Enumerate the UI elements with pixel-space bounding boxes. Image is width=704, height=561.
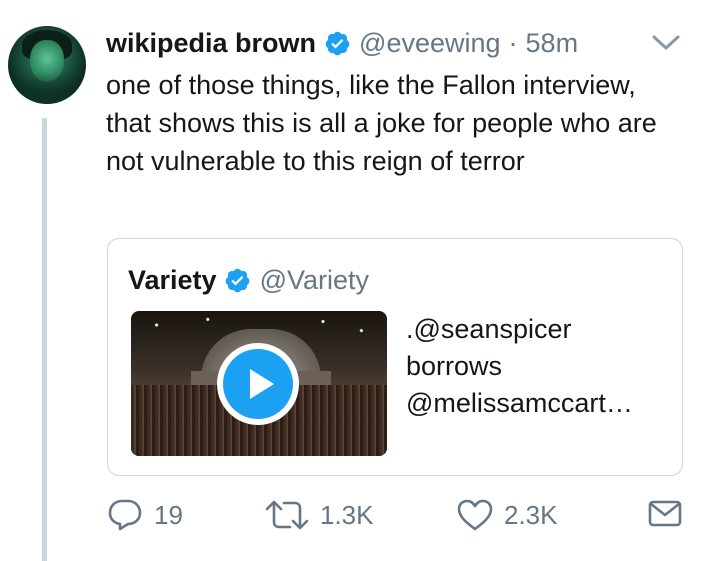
tweet-actions: 19 1.3K 2.3K <box>106 498 686 538</box>
quoted-tweet-header: Variety @Variety <box>128 265 369 296</box>
quoted-author-handle: @Variety <box>259 265 370 295</box>
author-avatar[interactable] <box>8 26 86 104</box>
reply-icon <box>108 499 142 531</box>
play-icon <box>250 369 274 399</box>
video-thumbnail[interactable] <box>131 311 387 456</box>
quoted-tweet-text: .@seanspicer borrows @melissamccart… <box>406 314 633 418</box>
reply-count: 19 <box>154 499 183 530</box>
envelope-icon <box>648 500 682 527</box>
verified-badge-icon <box>325 31 350 56</box>
verified-badge-icon <box>225 268 249 293</box>
play-button[interactable] <box>217 343 299 425</box>
quoted-author-name: Variety <box>128 265 217 295</box>
like-button[interactable]: 2.3K <box>456 498 558 532</box>
retweet-count: 1.3K <box>320 499 374 530</box>
separator-dot: · <box>508 28 518 58</box>
heart-icon <box>457 499 493 531</box>
quoted-tweet-card[interactable]: Variety @Variety .@seanspicer borrows @m… <box>107 238 683 476</box>
tweet-text: one of those things, like the Fallon int… <box>106 70 657 176</box>
author-handle[interactable]: @eveewing <box>359 28 501 59</box>
reply-button[interactable]: 19 <box>106 498 183 532</box>
retweet-icon <box>265 500 309 530</box>
direct-message-button[interactable] <box>648 498 682 528</box>
tweet-header: wikipedia brown @eveewing · 58m <box>106 28 578 59</box>
thread-line <box>42 118 47 561</box>
retweet-button[interactable]: 1.3K <box>264 498 374 532</box>
author-name[interactable]: wikipedia brown <box>106 28 316 59</box>
like-count: 2.3K <box>504 499 558 530</box>
chevron-down-icon[interactable] <box>650 32 682 54</box>
tweet-timestamp[interactable]: 58m <box>526 28 579 59</box>
